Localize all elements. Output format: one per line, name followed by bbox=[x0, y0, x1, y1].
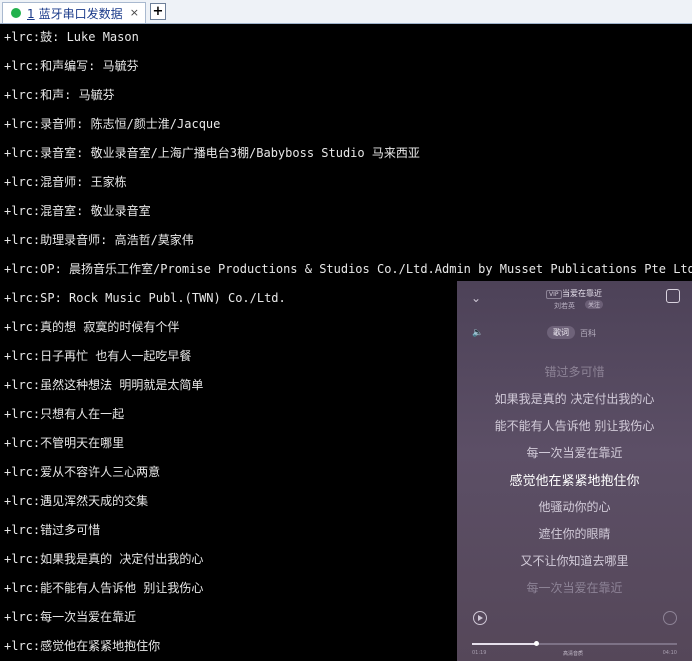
time-elapsed: 01:19 bbox=[472, 650, 487, 656]
lyric-line[interactable]: 每一次当爱在靠近 bbox=[457, 579, 692, 596]
share-icon[interactable] bbox=[666, 289, 680, 303]
terminal-line: +lrc:鼓: Luke Mason bbox=[4, 30, 139, 44]
lyric-line[interactable]: 能不能有人告诉他 别让我伤心 bbox=[457, 417, 692, 434]
add-tab-button[interactable]: + bbox=[150, 3, 166, 20]
lyric-line[interactable]: 错过多可惜 bbox=[457, 363, 692, 380]
tab-number: 1 bbox=[27, 6, 35, 21]
terminal-line: +lrc:真的想 寂寞的时候有个伴 bbox=[4, 320, 180, 334]
lyric-line[interactable]: 他骚动你的心 bbox=[457, 498, 692, 515]
progress-bar[interactable] bbox=[472, 641, 677, 646]
terminal-line: +lrc:遇见浑然天成的交集 bbox=[4, 494, 149, 508]
vip-badge: VIP bbox=[546, 290, 562, 299]
lyric-line[interactable]: 遮住你的眼睛 bbox=[457, 525, 692, 542]
tab-label: 1 蓝牙串口发数据 bbox=[27, 5, 123, 22]
tab-bluetooth-serial[interactable]: 1 蓝牙串口发数据 × bbox=[2, 2, 146, 23]
terminal-line: +lrc:只想有人在一起 bbox=[4, 407, 125, 421]
terminal-line: +lrc:录音师: 陈志恒/颜士淮/Jacque bbox=[4, 117, 221, 131]
tab-wiki[interactable]: 百科 bbox=[580, 328, 596, 339]
lyric-line-current[interactable]: 感觉他在紧紧地抱住你 bbox=[457, 470, 692, 489]
terminal-line: +lrc:爱从不容许人三心两意 bbox=[4, 465, 161, 479]
artist-name[interactable]: 刘若英 bbox=[554, 301, 575, 311]
play-icon[interactable] bbox=[473, 611, 487, 625]
connection-status-icon bbox=[11, 8, 21, 18]
tab-bar: 1 蓝牙串口发数据 × + bbox=[0, 0, 692, 24]
terminal-line: +lrc:感觉他在紧紧地抱住你 bbox=[4, 639, 161, 653]
terminal-line: +lrc:每一次当爱在靠近 bbox=[4, 610, 137, 624]
lyric-line[interactable]: 又不让你知道去哪里 bbox=[457, 552, 692, 569]
terminal-line: +lrc:OP: 晨扬音乐工作室/Promise Productions & S… bbox=[4, 262, 692, 276]
terminal-line: +lrc:助理录音师: 高浩哲/莫家伟 bbox=[4, 233, 194, 247]
terminal-line: +lrc:SP: Rock Music Publ.(TWN) Co./Ltd. bbox=[4, 291, 286, 305]
terminal-line: +lrc:能不能有人告诉他 别让我伤心 bbox=[4, 581, 204, 595]
tab-lyrics[interactable]: 歌词 bbox=[547, 326, 575, 339]
close-icon[interactable]: × bbox=[130, 6, 139, 19]
progress-handle[interactable] bbox=[533, 641, 539, 646]
terminal-line: +lrc:和声编写: 马毓芬 bbox=[4, 59, 139, 73]
follow-button[interactable]: 关注 bbox=[585, 300, 604, 309]
progress-fill bbox=[472, 643, 536, 645]
song-title: 当爱在靠近 bbox=[562, 289, 602, 298]
terminal-line: +lrc:和声: 马毓芬 bbox=[4, 88, 115, 102]
more-icon[interactable] bbox=[663, 611, 677, 625]
volume-icon[interactable]: 🔈 bbox=[472, 328, 483, 338]
lyric-line[interactable]: 每一次当爱在靠近 bbox=[457, 444, 692, 461]
terminal-line: +lrc:虽然这种想法 明明就是太简单 bbox=[4, 378, 204, 392]
time-total: 04:10 bbox=[662, 650, 677, 656]
tab-title: 蓝牙串口发数据 bbox=[38, 6, 123, 21]
terminal-line: +lrc:日子再忙 也有人一起吃早餐 bbox=[4, 349, 192, 363]
terminal-line: +lrc:混音室: 敬业录音室 bbox=[4, 204, 151, 218]
terminal-line: +lrc:录音室: 敬业录音室/上海广播电台3棚/Babyboss Studio… bbox=[4, 146, 420, 160]
terminal-line: +lrc:不管明天在哪里 bbox=[4, 436, 125, 450]
chevron-down-icon[interactable]: ⌄ bbox=[471, 291, 481, 305]
terminal-line: +lrc:错过多可惜 bbox=[4, 523, 101, 537]
terminal-line: +lrc:混音师: 王家栋 bbox=[4, 175, 127, 189]
lyric-line[interactable]: 如果我是真的 决定付出我的心 bbox=[457, 390, 692, 407]
music-player-overlay: ⌄ VIP 当爱在靠近 刘若英 关注 🔈 歌词 百科 错过多可惜 如果我是真的 … bbox=[457, 281, 692, 661]
quality-label[interactable]: 高清音质 bbox=[563, 650, 583, 657]
terminal-line: +lrc:如果我是真的 决定付出我的心 bbox=[4, 552, 204, 566]
